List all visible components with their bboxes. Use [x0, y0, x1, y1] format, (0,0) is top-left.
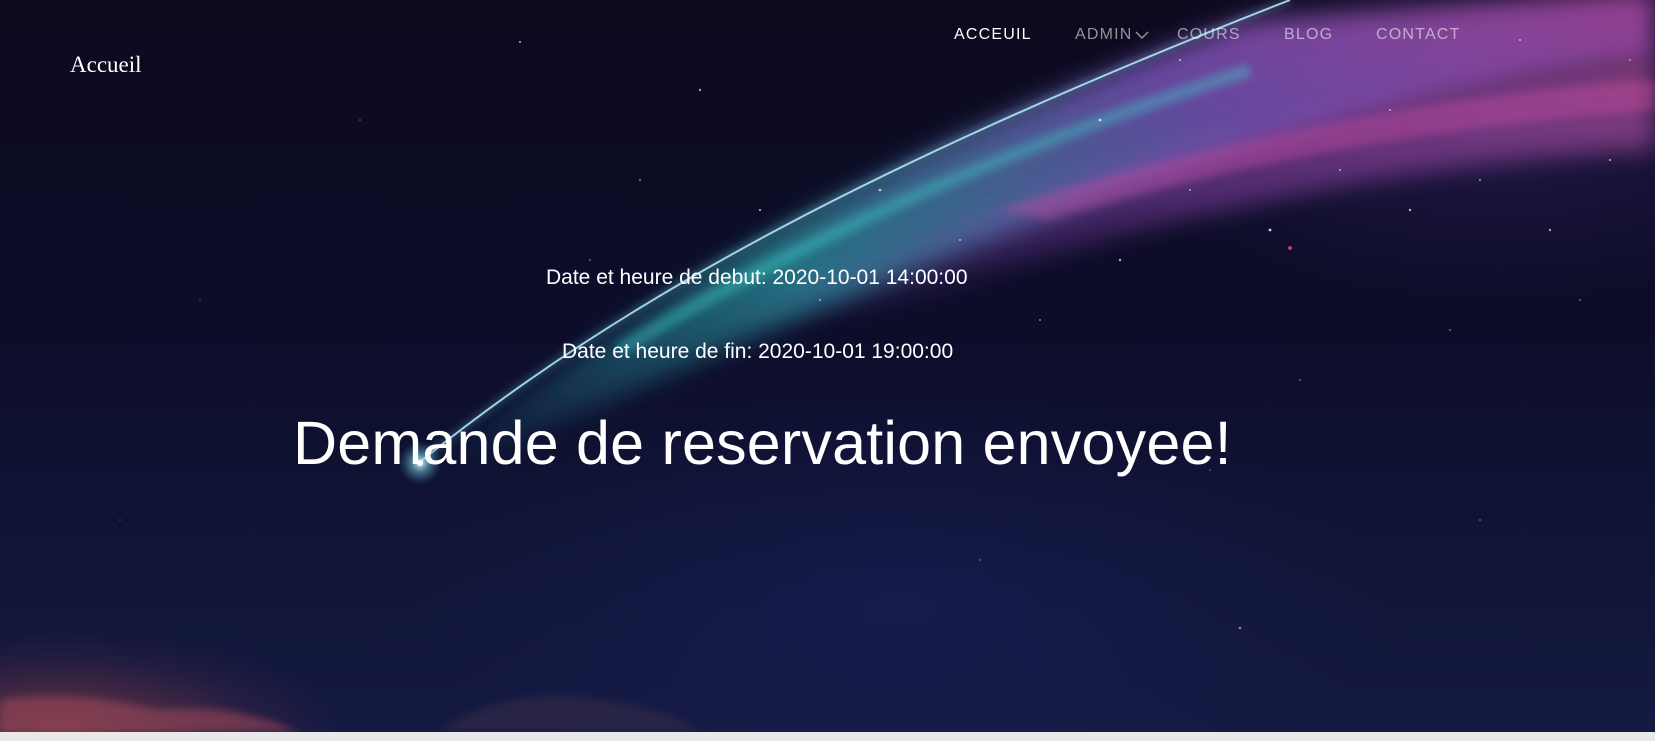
page-bottom-strip	[0, 732, 1655, 741]
nav-item-admin[interactable]: ADMIN	[1075, 26, 1133, 44]
brand-logo-link[interactable]: Accueil	[70, 52, 142, 78]
chevron-down-icon[interactable]	[1134, 28, 1150, 42]
nav-item-blog[interactable]: BLOG	[1284, 26, 1333, 44]
comet-sky-illustration	[0, 0, 1655, 732]
confirmation-heading: Demande de reservation envoyee!	[293, 409, 1232, 477]
hero-background: Accueil ACCEUIL ADMIN COURS BLOG CONTACT…	[0, 0, 1655, 732]
nav-item-contact[interactable]: CONTACT	[1376, 26, 1461, 44]
nav-item-acceuil[interactable]: ACCEUIL	[954, 26, 1032, 44]
start-datetime-text: Date et heure de debut: 2020-10-01 14:00…	[546, 266, 968, 289]
nav-item-cours[interactable]: COURS	[1177, 26, 1241, 44]
end-datetime-text: Date et heure de fin: 2020-10-01 19:00:0…	[562, 340, 954, 363]
